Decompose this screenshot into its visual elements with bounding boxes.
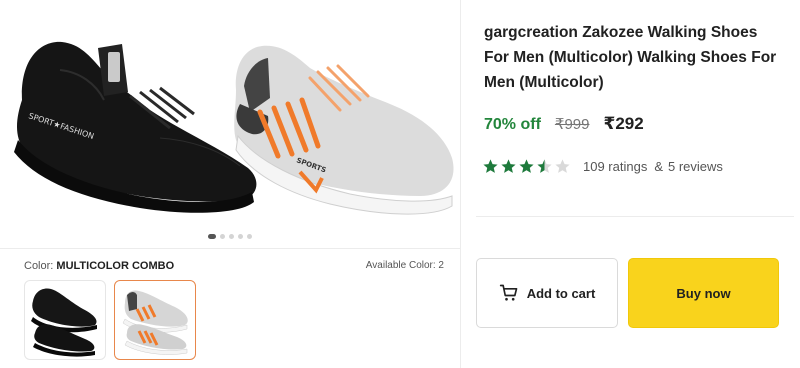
price-row: 70% off ₹999 ₹292 [484, 114, 644, 134]
color-selector-header: Color: MULTICOLOR COMBO Available Color:… [24, 260, 444, 272]
product-image-carousel[interactable]: SPORT★FASHION SPORTS [0, 0, 460, 248]
empty-star-icon [555, 159, 570, 173]
original-price: ₹999 [554, 116, 590, 133]
shoe-pair-image: SPORT★FASHION SPORTS [14, 41, 454, 215]
available-colors: Available Color: 2 [365, 260, 444, 271]
reviews-count: 5 reviews [668, 159, 723, 174]
color-value: MULTICOLOR COMBO [56, 260, 175, 272]
color-label: Color: [24, 260, 54, 272]
star-rating [482, 158, 571, 175]
half-star-icon [537, 159, 552, 173]
product-media-panel: SPORT★FASHION SPORTS Color: MULTICOLOR C… [0, 0, 460, 368]
buy-now-label: Buy now [676, 285, 731, 301]
divider [0, 248, 460, 249]
black-shoes-thumbnail [31, 288, 97, 357]
rating-row[interactable]: 109 ratings & 5 reviews [482, 158, 723, 175]
carousel-dot[interactable] [247, 234, 252, 239]
carousel-dot[interactable] [208, 234, 216, 239]
product-title: gargcreation Zakozee Walking Shoes For M… [484, 24, 777, 91]
star-icon [483, 159, 498, 173]
star-icon [501, 159, 516, 173]
grey-shoes-thumbnail [122, 290, 188, 355]
star-icon [519, 159, 534, 173]
discount-percent: 70% off [484, 116, 541, 133]
carousel-dot[interactable] [220, 234, 225, 239]
grey-shoe-image [234, 45, 454, 215]
color-option-black[interactable] [24, 280, 106, 360]
add-to-cart-label: Add to cart [526, 285, 596, 301]
buy-now-button[interactable]: Buy now [628, 258, 779, 328]
panel-divider [460, 0, 461, 368]
carousel-dots [0, 234, 460, 239]
add-to-cart-button[interactable]: Add to cart [476, 258, 618, 328]
selling-price: ₹292 [603, 114, 644, 133]
divider [476, 216, 794, 217]
carousel-dot[interactable] [238, 234, 243, 239]
reviews-separator: & [654, 159, 663, 174]
product-info-panel: gargcreation Zakozee Walking Shoes For M… [476, 0, 794, 368]
cart-icon [499, 284, 518, 301]
color-option-grey-orange[interactable] [114, 280, 196, 360]
ratings-count: 109 ratings [583, 159, 648, 174]
carousel-dot[interactable] [229, 234, 234, 239]
